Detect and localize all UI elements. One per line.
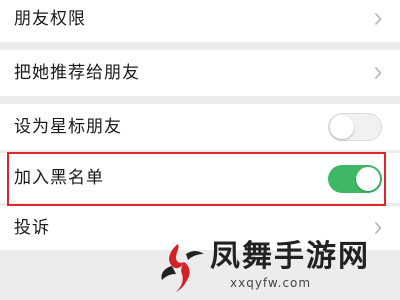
settings-item-label: 把她推荐给朋友 (14, 63, 140, 83)
chevron-right-icon (374, 221, 382, 235)
settings-item-label: 朋友权限 (14, 9, 86, 29)
watermark: 凤舞手游网 xxqyfw.com (158, 236, 388, 296)
phoenix-logo-icon (161, 244, 204, 292)
highlight-annotation-box (7, 152, 386, 206)
settings-item-friend-permissions[interactable]: 朋友权限 (0, 0, 400, 42)
toggle-knob (330, 114, 354, 139)
settings-item-label: 投诉 (14, 218, 50, 238)
watermark-title: 凤舞手游网 (210, 239, 370, 274)
chevron-right-icon (374, 66, 382, 80)
watermark-subtitle: xxqyfw.com (230, 276, 312, 290)
chevron-right-icon (374, 12, 382, 26)
settings-item-label: 设为星标朋友 (14, 117, 122, 137)
settings-item-star-friend: 设为星标朋友 (0, 104, 400, 150)
star-friend-toggle[interactable] (328, 113, 382, 141)
settings-item-recommend-to-friends[interactable]: 把她推荐给朋友 (0, 50, 400, 96)
